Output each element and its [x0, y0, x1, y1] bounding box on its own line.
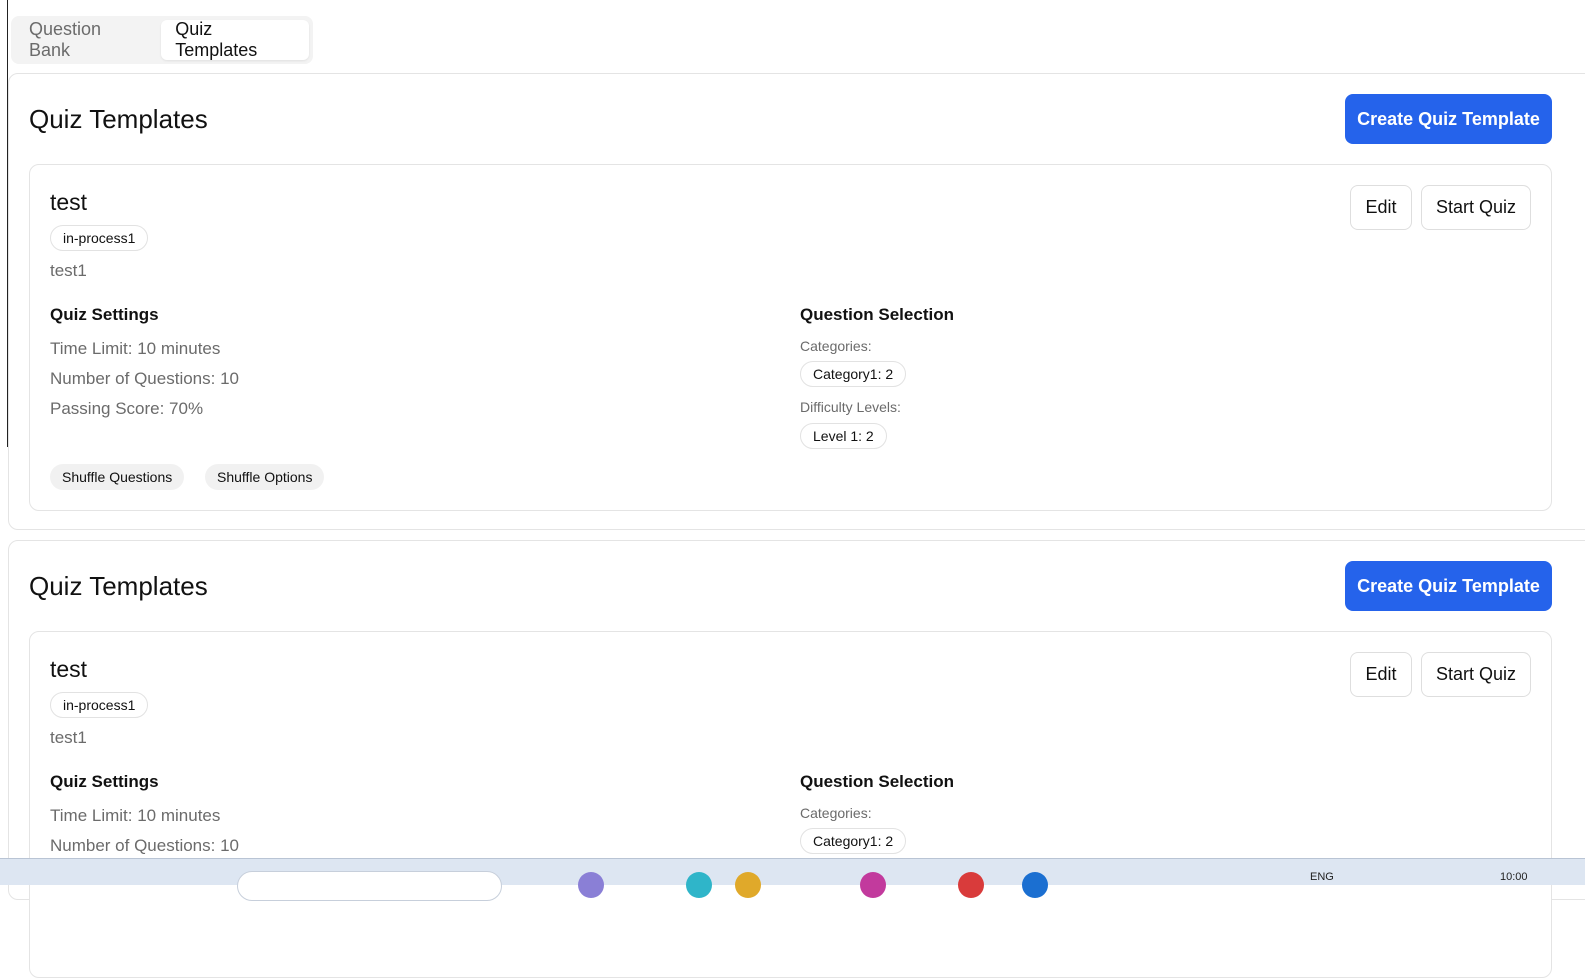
shuffle-options-pill: Shuffle Options	[205, 464, 325, 490]
edit-button[interactable]: Edit	[1350, 652, 1412, 697]
panel-title: Quiz Templates	[29, 104, 208, 134]
passing-score-text: Passing Score: 70%	[50, 399, 204, 418]
app-icon[interactable]	[578, 872, 604, 898]
template-card: test in-process1 test1 Edit Start Quiz Q…	[29, 164, 1552, 511]
num-questions-text: Number of Questions: 10	[50, 836, 239, 855]
quiz-templates-panel: Quiz Templates Create Quiz Template test…	[8, 73, 1585, 530]
template-name: test	[50, 656, 88, 682]
app-icon[interactable]	[958, 872, 984, 898]
create-quiz-template-button[interactable]: Create Quiz Template	[1345, 94, 1552, 144]
quiz-settings-heading: Quiz Settings	[50, 772, 159, 791]
start-quiz-button[interactable]: Start Quiz	[1421, 652, 1531, 697]
create-quiz-template-button[interactable]: Create Quiz Template	[1345, 561, 1552, 611]
shuffle-questions-pill: Shuffle Questions	[50, 464, 185, 490]
app-icon[interactable]	[1022, 872, 1048, 898]
difficulty-label: Difficulty Levels:	[800, 399, 901, 415]
start-quiz-button[interactable]: Start Quiz	[1421, 185, 1531, 230]
question-selection-heading: Question Selection	[800, 772, 954, 791]
tab-bar: Question Bank Quiz Templates	[11, 16, 313, 64]
template-name: test	[50, 189, 88, 215]
app-icon[interactable]	[860, 872, 886, 898]
panel-title: Quiz Templates	[29, 571, 208, 601]
tab-question-bank[interactable]: Question Bank	[15, 19, 157, 60]
status-badge: in-process1	[50, 692, 149, 718]
template-card: test in-process1 test1 Edit Start Quiz Q…	[29, 631, 1552, 978]
tab-quiz-templates[interactable]: Quiz Templates	[161, 19, 309, 60]
time-limit-text: Time Limit: 10 minutes	[50, 339, 221, 358]
num-questions-text: Number of Questions: 10	[50, 369, 239, 388]
difficulty-badge: Level 1: 2	[800, 423, 887, 449]
time-limit-text: Time Limit: 10 minutes	[50, 806, 221, 825]
category-badge: Category1: 2	[800, 828, 907, 854]
language-indicator[interactable]: ENG	[1310, 871, 1334, 883]
categories-label: Categories:	[800, 805, 872, 821]
status-badge: in-process1	[50, 225, 149, 251]
template-description: test1	[50, 261, 87, 280]
quiz-templates-panel: Quiz Templates Create Quiz Template test…	[8, 540, 1585, 978]
edit-button[interactable]: Edit	[1350, 185, 1412, 230]
taskbar-search[interactable]	[237, 871, 502, 901]
quiz-settings-heading: Quiz Settings	[50, 305, 159, 324]
clock[interactable]: 10:00	[1500, 871, 1528, 883]
app-icon[interactable]	[686, 872, 712, 898]
app-icon[interactable]	[735, 872, 761, 898]
template-description: test1	[50, 728, 87, 747]
category-badge: Category1: 2	[800, 361, 907, 387]
categories-label: Categories:	[800, 338, 872, 354]
os-taskbar: ENG 10:00	[0, 858, 1585, 901]
question-selection-heading: Question Selection	[800, 305, 954, 324]
